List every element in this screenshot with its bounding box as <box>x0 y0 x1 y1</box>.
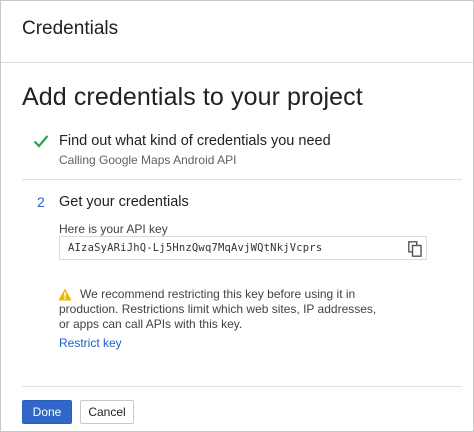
cancel-button[interactable]: Cancel <box>80 400 134 424</box>
header: Credentials <box>1 1 473 63</box>
step-1-subtitle: Calling Google Maps Android API <box>59 153 237 167</box>
api-key-value[interactable]: AIzaSyARiJhQ-Lj5HnzQwq7MqAvjWQtNkjVcprs <box>68 242 322 254</box>
restrict-key-link[interactable]: Restrict key <box>59 336 122 350</box>
done-button[interactable]: Done <box>22 400 72 424</box>
step-2-title: Get your credentials <box>59 194 189 210</box>
check-icon <box>33 135 49 148</box>
api-key-label: Here is your API key <box>59 222 168 236</box>
divider <box>22 179 462 180</box>
copy-icon[interactable] <box>408 241 422 257</box>
step-1-title: Find out what kind of credentials you ne… <box>59 133 331 149</box>
step-2-number: 2 <box>37 194 45 210</box>
page-title: Add credentials to your project <box>22 83 363 111</box>
credentials-dialog: Credentials Add credentials to your proj… <box>0 0 474 432</box>
header-title: Credentials <box>22 18 119 39</box>
warning-text: We recommend restricting this key before… <box>59 287 377 331</box>
api-key-field[interactable]: AIzaSyARiJhQ-Lj5HnzQwq7MqAvjWQtNkjVcprs <box>59 236 427 260</box>
footer-divider <box>22 386 462 387</box>
